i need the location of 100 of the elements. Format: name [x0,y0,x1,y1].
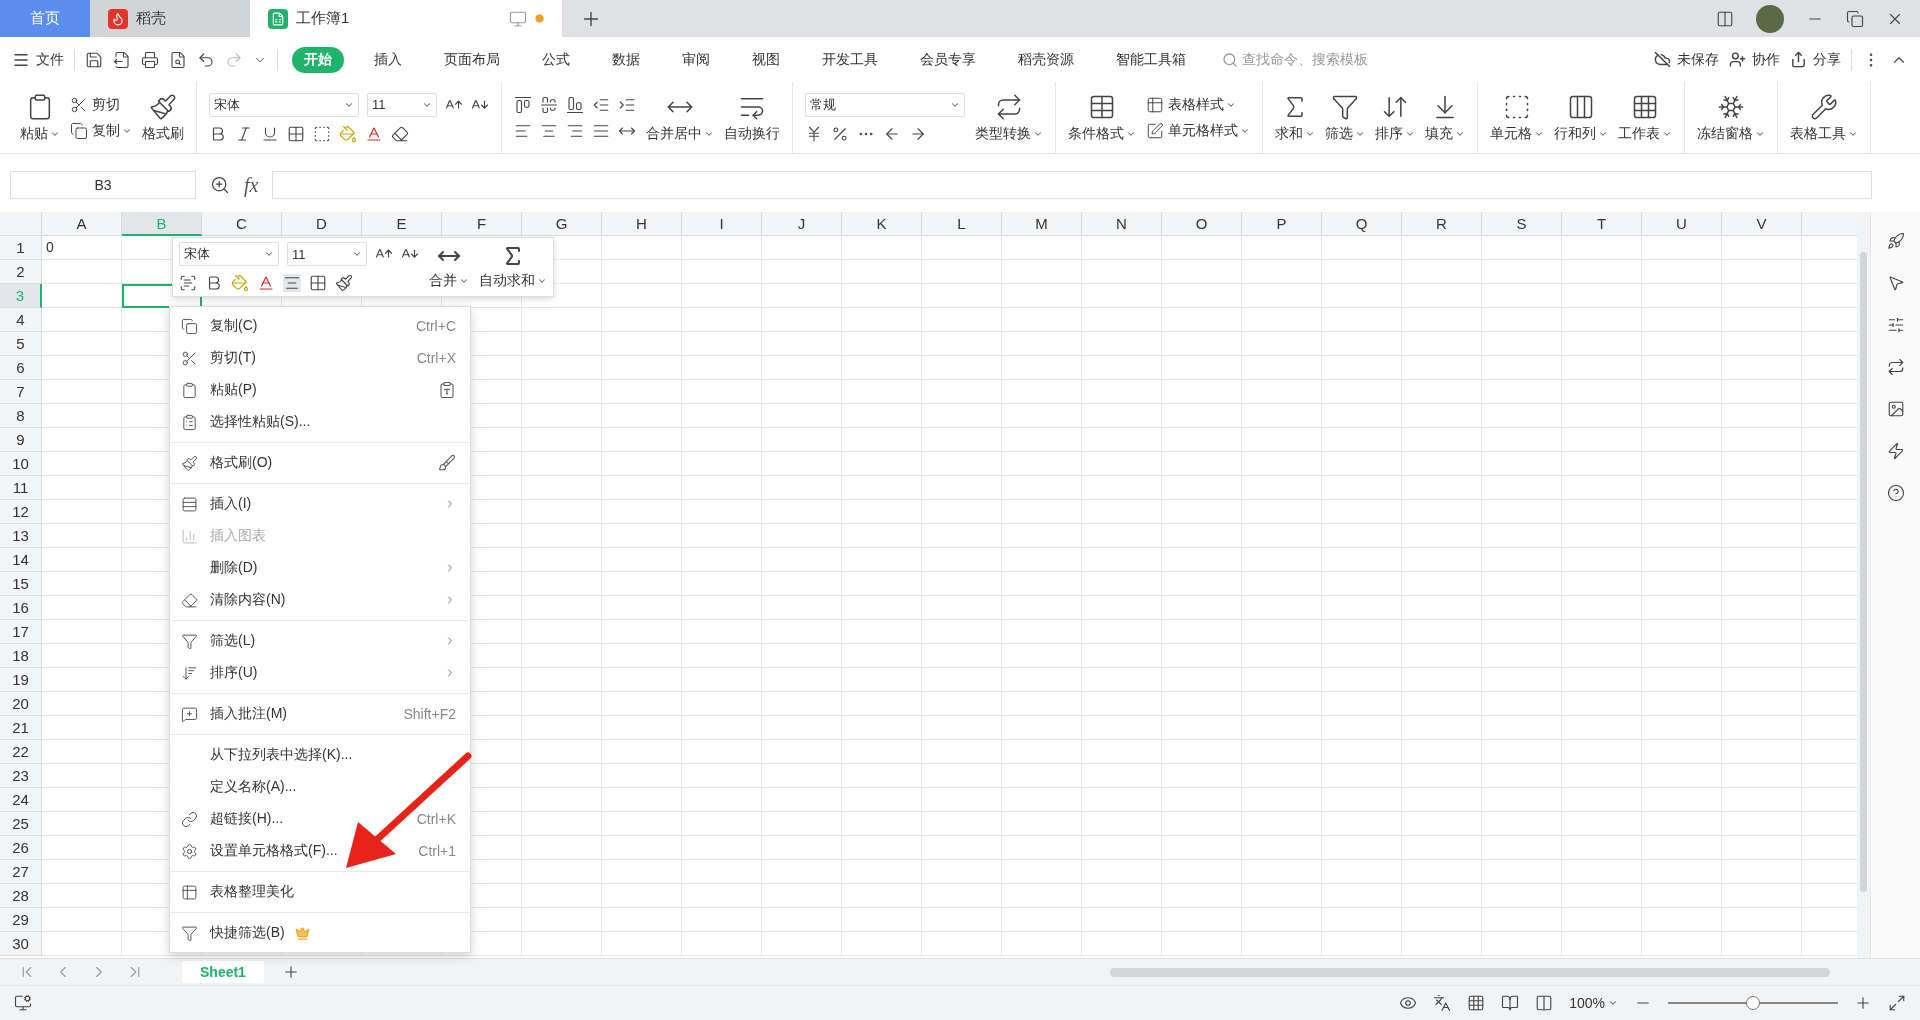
border-icon[interactable] [309,274,327,292]
row-header[interactable]: 29 [0,908,42,932]
language-icon[interactable] [1433,994,1452,1012]
caret-icon[interactable] [459,276,469,286]
column-header[interactable]: K [842,212,922,236]
fullscreen-icon[interactable] [1888,994,1906,1012]
row-header[interactable]: 13 [0,524,42,548]
column-header[interactable]: D [282,212,362,236]
save-icon[interactable] [85,50,103,69]
column-header[interactable]: M [1002,212,1082,236]
print-icon[interactable] [141,50,159,69]
pointer-icon[interactable] [1886,274,1905,292]
row-header[interactable]: 20 [0,692,42,716]
row-header[interactable]: 14 [0,548,42,572]
menu-item[interactable]: 清除内容(N) [170,584,470,616]
row-header[interactable]: 17 [0,620,42,644]
zoom-icon[interactable] [210,175,230,195]
menu-item[interactable]: 排序(U) [170,657,470,689]
break-view-icon[interactable] [1535,994,1554,1012]
column-header[interactable]: J [762,212,842,236]
ribbon-button[interactable]: 格式刷 [142,92,184,143]
normal-view-icon[interactable] [1467,994,1486,1012]
column-header[interactable]: S [1482,212,1562,236]
menu-item[interactable]: 插入批注(M) Shift+F2 [170,698,470,730]
eye-icon[interactable] [1399,994,1418,1012]
column-header[interactable]: T [1562,212,1642,236]
document-tab[interactable]: 稻壳 [90,0,250,37]
help-icon[interactable] [1886,484,1905,502]
zoom-thumb[interactable] [1746,996,1760,1010]
column-header[interactable]: U [1642,212,1722,236]
percent-icon[interactable] [831,124,849,143]
ribbon-button[interactable]: 排序 [1375,92,1415,143]
font-size-select[interactable]: 11 [287,242,367,266]
row-header[interactable]: 2 [0,260,42,284]
row-header[interactable]: 24 [0,788,42,812]
toolbar-button[interactable]: 未保存 [1654,50,1719,69]
zoom-in-icon[interactable] [1854,994,1872,1012]
ribbon-tab[interactable]: 页面布局 [432,46,512,73]
fill-color-icon[interactable] [339,124,357,143]
row-header[interactable]: 18 [0,644,42,668]
ribbon-tab[interactable]: 智能工具箱 [1104,46,1198,73]
paste-options-icon[interactable] [438,381,456,399]
zoom-select[interactable]: 100% [1569,995,1618,1011]
column-header[interactable]: Q [1322,212,1402,236]
row-header[interactable]: 8 [0,404,42,428]
ribbon-tab[interactable]: 视图 [740,46,792,73]
font-select[interactable]: 宋体 [179,242,279,266]
row-header[interactable]: 11 [0,476,42,500]
toolbar-button[interactable]: 分享 [1790,50,1841,69]
menu-item[interactable]: 筛选(L) [170,625,470,657]
column-header[interactable]: H [602,212,682,236]
row-header[interactable]: 19 [0,668,42,692]
fx-label[interactable]: fx [244,173,259,197]
column-header[interactable]: O [1162,212,1242,236]
ribbon-tab[interactable]: 稻壳资源 [1006,46,1086,73]
italic-icon[interactable] [235,124,253,143]
brush-icon[interactable] [438,454,456,472]
menu-item[interactable]: 设置单元格格式(F)... Ctrl+1 [170,835,470,867]
column-header[interactable]: F [442,212,522,236]
ribbon-small-button[interactable]: 单元格样式 [1146,121,1250,140]
ribbon-small-button[interactable]: 表格样式 [1146,95,1250,114]
row-header[interactable]: 12 [0,500,42,524]
column-header[interactable]: G [522,212,602,236]
ribbon-tab[interactable]: 数据 [600,46,652,73]
row-header[interactable]: 25 [0,812,42,836]
border-icon[interactable] [287,124,305,143]
undo-icon[interactable] [197,50,215,69]
scrollbar-thumb[interactable] [1110,967,1830,977]
align-middle-icon[interactable] [540,95,558,114]
toolbar-button[interactable]: 自动求和 [479,244,547,290]
name-box[interactable]: B3 [10,171,196,199]
align-bottom-icon[interactable] [566,95,584,114]
row-header[interactable]: 5 [0,332,42,356]
number-format-select[interactable]: 常规 [805,92,965,117]
fill-color-icon[interactable] [231,274,249,292]
menu-item[interactable]: 超链接(H)... Ctrl+K [170,803,470,835]
row-header[interactable]: 22 [0,740,42,764]
row-header[interactable]: 1 [0,236,42,260]
row-header[interactable]: 30 [0,932,42,956]
image-icon[interactable] [1886,400,1905,418]
toolbar-button[interactable]: 协作 [1729,50,1780,69]
scissors-icon[interactable] [70,95,88,114]
column-header[interactable]: V [1722,212,1802,236]
row-header[interactable]: 23 [0,764,42,788]
convert-icon[interactable] [995,92,1023,121]
menu-item[interactable]: 从下拉列表中选择(K)... [170,739,470,771]
ribbon-button[interactable]: 自动换行 [724,92,780,143]
scrollbar-thumb[interactable] [1860,252,1867,892]
menu-item[interactable]: 定义名称(A)... [170,771,470,803]
column-header[interactable]: N [1082,212,1162,236]
lightning-icon[interactable] [1886,442,1905,460]
font-color-icon[interactable] [257,274,275,292]
menu-item[interactable]: 删除(D) [170,552,470,584]
row-header[interactable]: 21 [0,716,42,740]
row-header[interactable]: 9 [0,428,42,452]
caret-icon[interactable] [264,249,274,259]
font-size-select[interactable]: 11 [367,92,437,117]
ribbon-button[interactable]: 工作表 [1618,92,1672,143]
ribbon-tab[interactable]: 插入 [362,46,414,73]
wrench-icon[interactable] [1810,92,1838,121]
